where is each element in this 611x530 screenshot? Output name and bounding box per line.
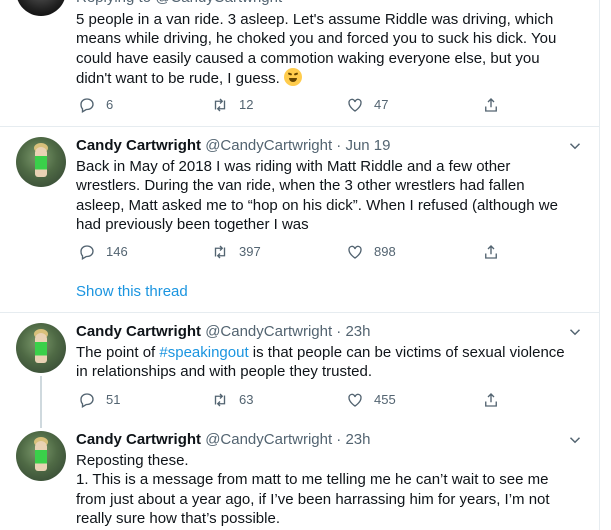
user-handle[interactable]: @CandyCartwright (205, 137, 332, 154)
share-icon (485, 393, 497, 407)
tweet[interactable]: Candy Cartwright @CandyCartwright · 23h … (0, 421, 599, 530)
avatar[interactable] (16, 0, 66, 16)
tweet-actions: 51 63 455 (76, 390, 516, 410)
tweet-text-line: wrestlers. During the van ride, when the… (76, 177, 525, 195)
user-handle[interactable]: @CandyCartwright (205, 323, 332, 340)
tweet-text-line: from just about a year ago, if I’ve been… (76, 490, 550, 508)
retweet-count: 63 (239, 392, 254, 407)
tweet-text-line: had previously been together I was (76, 216, 309, 234)
tweet-text-segment: didn't want to be rude, I guess. (76, 70, 280, 88)
retweet-icon (214, 245, 226, 259)
retweet-button[interactable]: 63 (211, 390, 253, 410)
like-count: 455 (374, 392, 396, 407)
tweet-text: Reposting these. 1. This is a message fr… (76, 451, 581, 529)
tweet-actions: 146 397 898 (76, 242, 516, 262)
share-button[interactable] (482, 95, 510, 115)
retweet-count: 397 (239, 244, 261, 259)
reply-count: 146 (106, 244, 128, 259)
tweet-timestamp[interactable]: · 23h (336, 431, 370, 448)
user-handle[interactable]: @CandyCartwright (205, 431, 332, 448)
like-button[interactable]: 455 (346, 390, 396, 410)
tweet[interactable]: Candy Cartwright @CandyCartwright · 23h … (0, 313, 599, 428)
hashtag-link[interactable]: #speakingout (159, 344, 248, 361)
tweet-timestamp[interactable]: · 23h (336, 323, 370, 340)
tweet-text-line: The point of #speakingout is that people… (76, 343, 581, 362)
avatar[interactable] (16, 323, 66, 373)
like-button[interactable]: 898 (346, 242, 396, 262)
tweet-text-line: Back in May of 2018 I was riding with Ma… (76, 158, 511, 175)
tweet-text-line: in relationships and with people they tr… (76, 363, 373, 381)
reply-count: 6 (106, 97, 114, 112)
tweet-text-line: really sure how that’s possible. (76, 510, 280, 528)
tweet-text-line: could have easily caused a commotion wak… (76, 49, 540, 67)
chevron-down-icon[interactable] (566, 431, 584, 449)
share-icon (485, 98, 497, 112)
heart-icon (348, 98, 362, 112)
tweet-text-line: Reposting these. (76, 452, 189, 469)
like-button[interactable]: 47 (346, 95, 388, 115)
show-thread-link[interactable]: Show this thread (76, 282, 188, 302)
tweet-text: The point of #speakingout is that people… (76, 343, 581, 382)
tweet-text-line: 1. This is a message from matt to me tel… (76, 471, 549, 489)
tweet-text: Back in May of 2018 I was riding with Ma… (76, 157, 581, 235)
tweet-text-segment: The point of (76, 344, 160, 361)
tweet-text-line: didn't want to be rude, I guess. (76, 68, 581, 88)
retweet-icon (214, 393, 226, 407)
display-name[interactable]: Candy Cartwright (76, 137, 201, 154)
tweet-header: Candy Cartwright @CandyCartwright · Jun … (76, 136, 391, 156)
tweet-timestamp[interactable]: · Jun 19 (336, 137, 390, 154)
reply-button[interactable]: 6 (78, 95, 113, 115)
tweet-header: Candy Cartwright @CandyCartwright · 23h (76, 322, 371, 342)
retweet-button[interactable]: 12 (211, 95, 253, 115)
tweet-text-line: means while driving, he choked you and f… (76, 30, 557, 48)
retweet-button[interactable]: 397 (211, 242, 261, 262)
tweet-header: Candy Cartwright @CandyCartwright · 23h (76, 430, 371, 450)
share-button[interactable] (482, 242, 510, 262)
display-name[interactable]: Candy Cartwright (76, 431, 201, 448)
tweet-text: 5 people in a van ride. 3 asleep. Let's … (76, 10, 581, 89)
avatar[interactable] (16, 137, 66, 187)
share-button[interactable] (482, 390, 510, 410)
tweet-reply[interactable]: Replying to @CandyCartwright 5 people in… (0, 0, 599, 126)
chevron-down-icon[interactable] (566, 137, 584, 155)
heart-icon (348, 245, 362, 259)
rolling-on-floor-laughing-emoji (283, 68, 302, 87)
replying-to-text: Replying to @CandyCartwright (76, 0, 282, 8)
reply-icon (80, 393, 94, 408)
timeline: Replying to @CandyCartwright 5 people in… (0, 0, 600, 530)
tweet-text-line: 5 people in a van ride. 3 asleep. Let's … (76, 11, 554, 28)
reply-button[interactable]: 51 (78, 390, 120, 410)
retweet-count: 12 (239, 97, 254, 112)
tweet-actions: 6 12 47 (76, 95, 516, 115)
chevron-down-icon[interactable] (566, 323, 584, 341)
retweet-icon (214, 98, 226, 112)
display-name[interactable]: Candy Cartwright (76, 323, 201, 340)
avatar[interactable] (16, 431, 66, 481)
reply-icon (80, 245, 94, 260)
heart-icon (348, 393, 362, 407)
reply-button[interactable]: 146 (78, 242, 128, 262)
like-count: 47 (374, 97, 389, 112)
share-icon (485, 245, 497, 259)
tweet[interactable]: Candy Cartwright @CandyCartwright · Jun … (0, 127, 599, 313)
tweet-text-segment: is that people can be victims of sexual … (248, 344, 565, 361)
like-count: 898 (374, 244, 396, 259)
reply-count: 51 (106, 392, 121, 407)
tweet-text-line: asleep, Matt asked me to “hop on his dic… (76, 196, 558, 214)
reply-icon (80, 98, 94, 113)
